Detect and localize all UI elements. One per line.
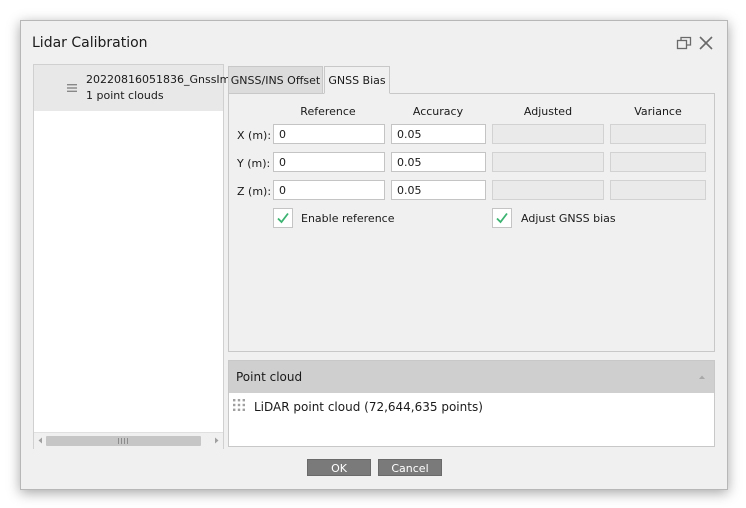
lidar-calibration-dialog: Lidar Calibration 20220816051836_GnssImu…	[20, 20, 728, 490]
point-cloud-title: Point cloud	[236, 370, 303, 384]
dataset-tree: 20220816051836_GnssImu 1 point clouds	[33, 64, 237, 449]
grip-icon	[118, 438, 128, 444]
gnss-bias-panel: Reference Accuracy Adjusted Variance X (…	[228, 93, 715, 352]
z-accuracy-input[interactable]	[391, 180, 486, 200]
enable-reference-label: Enable reference	[301, 212, 395, 225]
adjust-gnss-bias-checkbox[interactable]	[492, 208, 512, 228]
column-header-accuracy: Accuracy	[412, 105, 464, 118]
tree-item-name: 20220816051836_GnssImu	[86, 73, 238, 86]
y-reference-input[interactable]	[273, 152, 385, 172]
column-header-adjusted: Adjusted	[523, 105, 573, 118]
column-header-reference: Reference	[300, 105, 356, 118]
x-variance-field	[610, 124, 706, 144]
ok-button[interactable]: OK	[307, 459, 371, 476]
close-icon[interactable]	[698, 35, 714, 51]
point-cloud-list-item[interactable]: LiDAR point cloud (72,644,635 points)	[254, 400, 483, 414]
enable-reference-checkbox[interactable]	[273, 208, 293, 228]
point-cloud-panel: Point cloud LiDAR point cloud (72,644,63…	[228, 360, 715, 447]
y-variance-field	[610, 152, 706, 172]
x-accuracy-input[interactable]	[391, 124, 486, 144]
z-reference-input[interactable]	[273, 180, 385, 200]
horizontal-scrollbar[interactable]	[34, 432, 223, 449]
scroll-right-arrow-icon[interactable]	[212, 436, 221, 445]
row-label-y: Y (m):	[237, 157, 271, 170]
tab-gnss-ins-offset[interactable]: GNSS/INS Offset	[228, 66, 323, 94]
drag-dots-icon[interactable]	[233, 399, 245, 411]
y-accuracy-input[interactable]	[391, 152, 486, 172]
z-adjusted-field	[492, 180, 604, 200]
x-reference-input[interactable]	[273, 124, 385, 144]
scrollbar-thumb[interactable]	[46, 436, 201, 446]
checkmark-icon	[496, 212, 508, 224]
scroll-left-arrow-icon[interactable]	[36, 436, 45, 445]
cancel-button[interactable]: Cancel	[378, 459, 442, 476]
z-variance-field	[610, 180, 706, 200]
drag-handle-icon[interactable]	[67, 83, 77, 93]
window-title: Lidar Calibration	[32, 35, 148, 51]
tree-item[interactable]: 20220816051836_GnssImu 1 point clouds	[34, 65, 237, 111]
adjust-gnss-bias-label: Adjust GNSS bias	[521, 212, 616, 225]
collapse-icon[interactable]	[698, 373, 706, 381]
x-adjusted-field	[492, 124, 604, 144]
row-label-z: Z (m):	[237, 185, 272, 198]
tab-gnss-bias[interactable]: GNSS Bias	[324, 66, 390, 94]
point-cloud-header[interactable]: Point cloud	[229, 361, 714, 393]
column-header-variance: Variance	[634, 105, 682, 118]
checkmark-icon	[277, 212, 289, 224]
tree-item-subtitle: 1 point clouds	[86, 89, 164, 102]
title-bar: Lidar Calibration	[21, 21, 727, 65]
row-label-x: X (m):	[237, 129, 272, 142]
y-adjusted-field	[492, 152, 604, 172]
restore-icon[interactable]	[676, 35, 692, 51]
